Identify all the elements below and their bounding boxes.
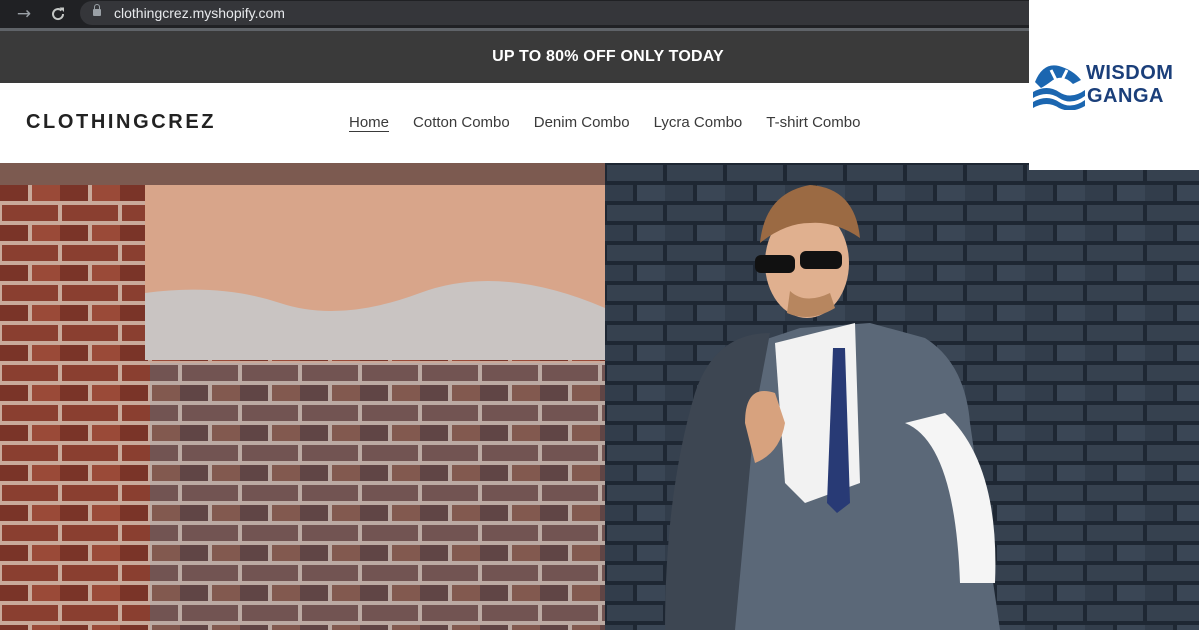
nav-item-denim-combo[interactable]: Denim Combo: [534, 113, 630, 133]
arrow-right-icon[interactable]: →: [14, 4, 34, 24]
nav-item-home[interactable]: Home: [349, 113, 389, 133]
announcement-bar: UP TO 80% OFF ONLY TODAY: [0, 31, 1199, 83]
hero-left-brick-wall: [0, 163, 605, 630]
wave-logo-icon: [1033, 65, 1085, 110]
url-text: clothingcrez.myshopify.com: [114, 5, 285, 21]
hero-right-brick-wall: [605, 163, 1199, 630]
nav-item-lycra-combo[interactable]: Lycra Combo: [654, 113, 743, 133]
announcement-text: UP TO 80% OFF ONLY TODAY: [492, 48, 724, 65]
browser-toolbar: → clothingcrez.myshopify.com: [0, 0, 1199, 28]
nav-item-cotton-combo[interactable]: Cotton Combo: [413, 113, 510, 133]
reload-icon[interactable]: [48, 4, 68, 24]
wisdom-ganga-watermark: WISDOM GANGA: [1029, 0, 1199, 170]
address-bar[interactable]: clothingcrez.myshopify.com: [80, 1, 1040, 25]
nav-item-tshirt-combo[interactable]: T-shirt Combo: [766, 113, 860, 133]
site-header: CLOTHINGCREZ Home Cotton Combo Denim Com…: [0, 83, 1199, 163]
site-logo[interactable]: CLOTHINGCREZ: [26, 111, 216, 134]
lock-icon: [93, 4, 101, 18]
watermark-line1: WISDOM: [1086, 62, 1174, 84]
main-nav: Home Cotton Combo Denim Combo Lycra Comb…: [349, 113, 884, 133]
hero-image: [0, 163, 1199, 630]
watermark-line2: GANGA: [1087, 85, 1164, 107]
